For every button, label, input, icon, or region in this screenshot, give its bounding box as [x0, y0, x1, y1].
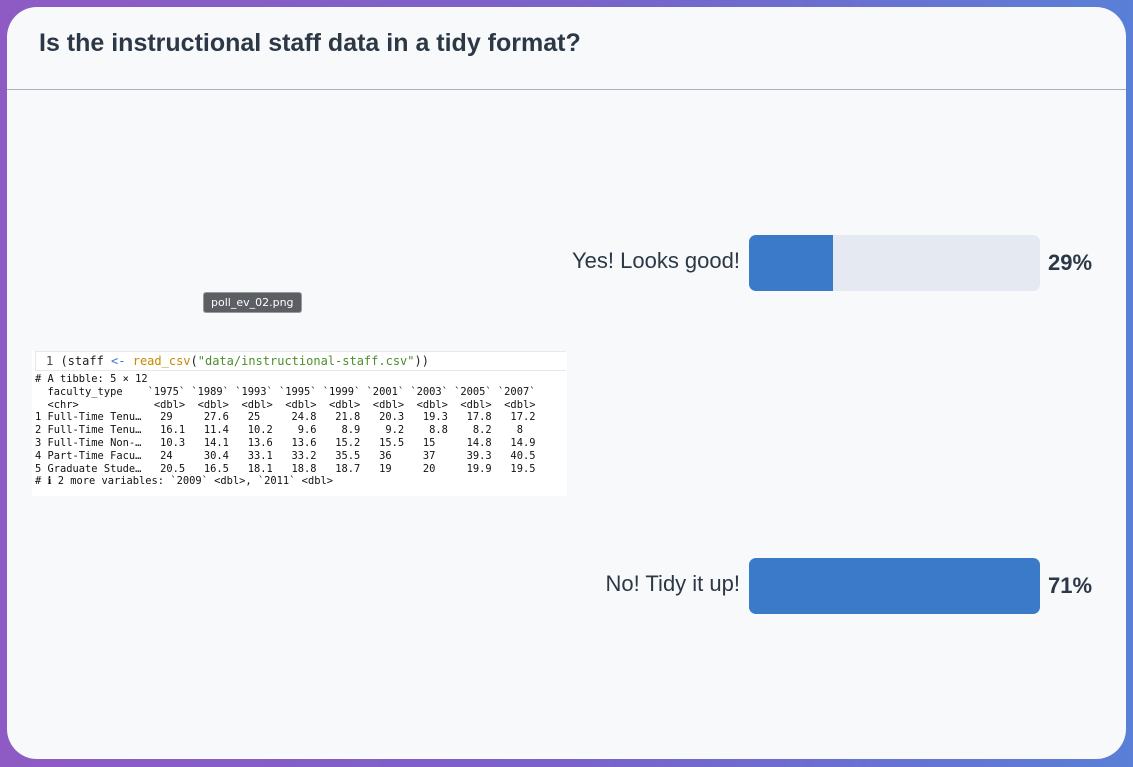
poll-option-percent: 71%: [1048, 573, 1093, 598]
console-line: faculty_type `1975` `1989` `1993` `1995`…: [35, 385, 536, 398]
poll-option-label: Yes! Looks good!: [572, 248, 740, 273]
poll-option-label: No! Tidy it up!: [605, 571, 740, 596]
title-divider: [7, 89, 1126, 90]
console-line: # A tibble: 5 × 12: [35, 373, 148, 385]
code-paren-open: (: [190, 354, 198, 368]
console-line: <chr> <dbl> <dbl> <dbl> <dbl> <dbl> <dbl…: [35, 398, 536, 411]
console-line: 4 Part-Time Facu… 24 30.4 33.1 33.2 35.5…: [35, 449, 536, 462]
code-text: (staff: [53, 354, 112, 368]
image-filename-tooltip: poll_ev_02.png: [204, 293, 301, 312]
console-line: # ℹ 2 more variables: `2009` <dbl>, `201…: [35, 475, 333, 488]
poll-option-bar-fill: [749, 558, 1040, 614]
poll-card: Is the instructional staff data in a tid…: [7, 7, 1126, 759]
assign-operator: <-: [111, 354, 126, 368]
code-output-image: 1 (staff <- read_csv("data/instructional…: [32, 351, 567, 496]
poll-question-title: Is the instructional staff data in a tid…: [39, 29, 581, 57]
code-paren-close: )): [414, 354, 429, 368]
console-output: # A tibble: 5 × 12 faculty_type `1975` `…: [35, 373, 535, 488]
code-line: 1 (staff <- read_csv("data/instructional…: [35, 351, 566, 371]
console-line: 1 Full-Time Tenu… 29 27.6 25 24.8 21.8 2…: [35, 411, 536, 424]
poll-option-bar[interactable]: [749, 235, 1040, 291]
console-line: 3 Full-Time Non-… 10.3 14.1 13.6 13.6 15…: [35, 436, 536, 449]
console-line: 2 Full-Time Tenu… 16.1 11.4 10.2 9.6 8.9…: [35, 424, 536, 437]
console-line: 5 Graduate Stude… 20.5 16.5 18.1 18.8 18…: [35, 462, 536, 475]
string-literal: "data/instructional-staff.csv": [197, 354, 415, 368]
poll-option-percent: 29%: [1048, 250, 1093, 275]
poll-option-bar[interactable]: [749, 558, 1040, 614]
poll-option-bar-fill: [749, 235, 834, 291]
function-name: read_csv: [132, 354, 191, 368]
line-number: 1: [46, 354, 54, 368]
